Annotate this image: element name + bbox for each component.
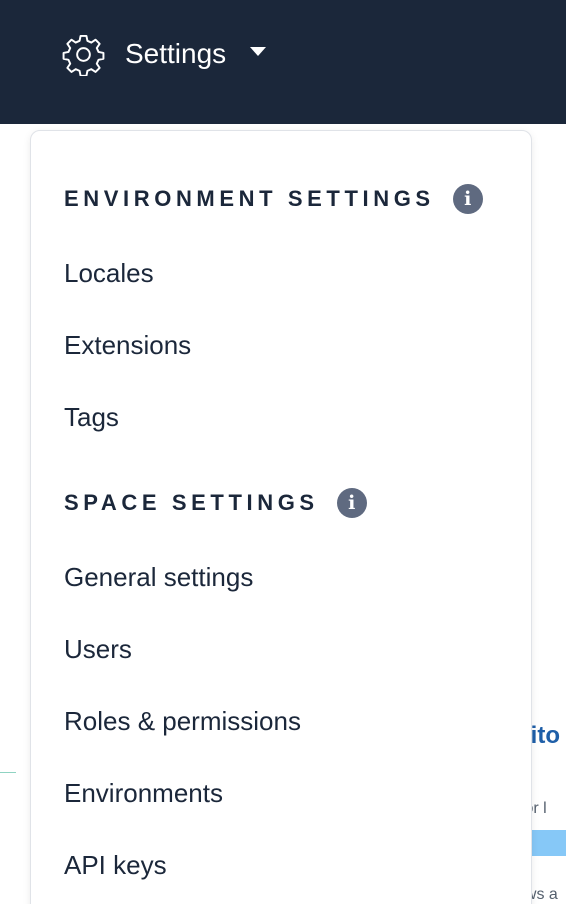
menu-item-general-settings[interactable]: General settings <box>64 560 253 594</box>
section-header-environment-settings: ENVIRONMENT SETTINGS i <box>64 184 483 214</box>
menu-item-roles-permissions[interactable]: Roles & permissions <box>64 704 301 738</box>
menu-item-locales[interactable]: Locales <box>64 256 154 290</box>
top-navigation-bar: Settings <box>0 0 566 124</box>
section-title: ENVIRONMENT SETTINGS <box>64 186 435 211</box>
section-header-space-settings: SPACE SETTINGS i <box>64 488 367 518</box>
section-title: SPACE SETTINGS <box>64 490 319 515</box>
background-divider <box>0 772 16 773</box>
info-icon[interactable]: i <box>452 184 483 214</box>
gear-icon <box>62 34 105 76</box>
page: Settings dito for l ews a ENVIRONMENT SE… <box>0 0 566 904</box>
settings-label: Settings <box>125 38 227 69</box>
settings-dropdown-menu: ENVIRONMENT SETTINGS i Locales Extension… <box>30 130 532 904</box>
menu-item-users[interactable]: Users <box>64 632 132 666</box>
menu-item-api-keys[interactable]: API keys <box>64 848 167 882</box>
menu-item-environments[interactable]: Environments <box>64 776 223 810</box>
info-icon[interactable]: i <box>336 488 367 518</box>
settings-menu-button[interactable]: Settings <box>62 32 267 76</box>
caret-down-icon <box>250 46 267 56</box>
menu-item-extensions[interactable]: Extensions <box>64 328 191 362</box>
menu-item-tags[interactable]: Tags <box>64 400 119 434</box>
